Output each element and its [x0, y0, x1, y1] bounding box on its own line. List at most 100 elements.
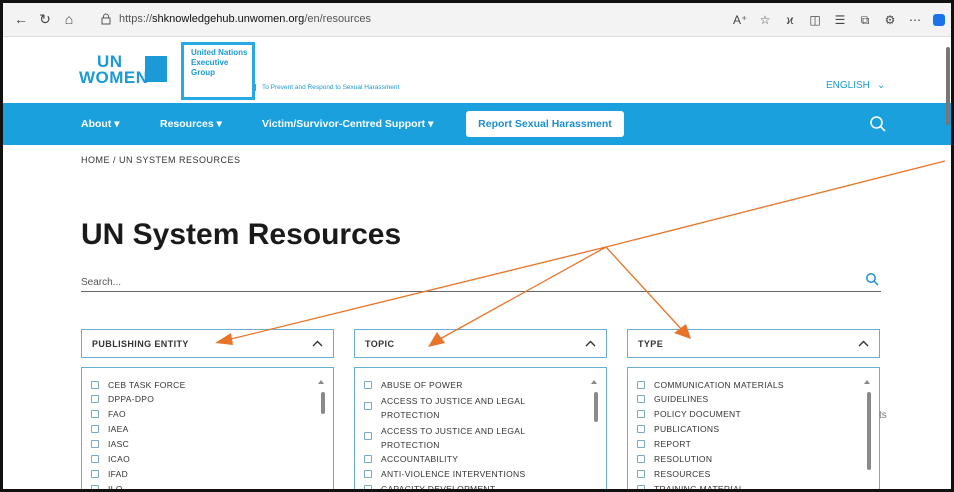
- checkbox[interactable]: [364, 402, 372, 410]
- option-label: IAEA: [108, 424, 129, 434]
- scroll-up-arrow[interactable]: [318, 380, 324, 384]
- chevron-up-icon[interactable]: [858, 339, 869, 349]
- scrollbar-thumb[interactable]: [321, 392, 325, 414]
- publishing-entity-options: CEB TASK FORCE DPPA-DPO FAO IAEA IASC IC…: [81, 367, 334, 492]
- checkbox[interactable]: [364, 381, 372, 389]
- checkbox[interactable]: [637, 455, 645, 463]
- scroll-up-arrow[interactable]: [591, 380, 597, 384]
- option-label: COMMUNICATION MATERIALS: [654, 380, 784, 390]
- breadcrumb[interactable]: HOME / UN SYSTEM RESOURCES: [81, 155, 241, 165]
- filter-label: TOPIC: [365, 339, 395, 349]
- type-options: COMMUNICATION MATERIALS GUIDELINES POLIC…: [627, 367, 880, 489]
- checkbox[interactable]: [91, 381, 99, 389]
- logo-emblem: [145, 56, 167, 82]
- option-label: CEB TASK FORCE: [108, 380, 186, 390]
- option-label: ICAO: [108, 454, 130, 464]
- checkbox[interactable]: [91, 470, 99, 478]
- url-path: /en/resources: [304, 13, 371, 25]
- checkbox[interactable]: [637, 485, 645, 489]
- checkbox[interactable]: [91, 395, 99, 403]
- scroll-up-arrow[interactable]: [864, 380, 870, 384]
- favorite-star-icon[interactable]: ☆: [758, 13, 772, 27]
- checkbox[interactable]: [637, 440, 645, 448]
- unceg-line-2: Executive: [191, 58, 229, 67]
- option-label: ILO: [108, 484, 123, 492]
- filter-publishing-entity[interactable]: PUBLISHING ENTITY: [81, 329, 334, 358]
- url-prefix: https://: [119, 13, 153, 25]
- back-icon[interactable]: ←: [13, 11, 29, 27]
- checkbox[interactable]: [364, 470, 372, 478]
- url-text: https://shknowledgehub.unwomen.org/en/re…: [119, 13, 371, 25]
- site-tagline: To Prevent and Respond to Sexual Harassm…: [253, 84, 399, 91]
- checkbox[interactable]: [91, 440, 99, 448]
- checkbox[interactable]: [637, 395, 645, 403]
- filter-type[interactable]: TYPE: [627, 329, 880, 358]
- checkbox[interactable]: [91, 425, 99, 433]
- option-label: RESOURCES: [654, 469, 711, 479]
- option-label: IASC: [108, 439, 130, 449]
- checkbox[interactable]: [637, 410, 645, 418]
- search-input[interactable]: [81, 274, 841, 290]
- collections-icon[interactable]: ⧉: [858, 13, 872, 28]
- search-bar: [81, 272, 881, 292]
- favorites-list-icon[interactable]: ☰: [833, 13, 847, 27]
- unceg-line-3: Group: [191, 68, 215, 77]
- page-scrollbar[interactable]: [945, 39, 951, 489]
- search-icon[interactable]: [869, 115, 887, 133]
- nav-item-about[interactable]: About ▾: [81, 118, 120, 130]
- arrow-line-to-topic: [439, 246, 607, 340]
- checkbox[interactable]: [364, 432, 372, 440]
- report-sexual-harassment-button[interactable]: Report Sexual Harassment: [466, 111, 624, 137]
- checkbox[interactable]: [637, 470, 645, 478]
- language-selector[interactable]: ENGLISH: [826, 80, 870, 91]
- split-screen-icon[interactable]: ◫: [808, 13, 822, 27]
- option-label: REPORT: [654, 439, 692, 449]
- scrollbar-thumb[interactable]: [867, 392, 871, 470]
- logo-text: UN WOMEN: [79, 53, 149, 87]
- option-label: FAO: [108, 409, 126, 419]
- browser-toolbar: ← ↻ ⌂ https://shknowledgehub.unwomen.org…: [3, 3, 951, 37]
- unceg-logo[interactable]: United Nations Executive Group: [181, 42, 255, 100]
- option-label: ABUSE OF POWER: [381, 380, 463, 390]
- refresh-icon[interactable]: ↻: [37, 11, 53, 28]
- nav-item-support[interactable]: Victim/Survivor-Centred Support ▾: [262, 118, 433, 130]
- checkbox[interactable]: [364, 485, 372, 489]
- option-label: GUIDELINES: [654, 394, 709, 404]
- checkbox[interactable]: [91, 410, 99, 418]
- option-label: IFAD: [108, 469, 129, 479]
- extensions-icon[interactable]: ⚙: [883, 13, 897, 27]
- checkbox[interactable]: [637, 381, 645, 389]
- option-label: CAPACITY DEVELOPMENT: [381, 484, 496, 492]
- checkbox[interactable]: [91, 485, 99, 489]
- option-label: PUBLICATIONS: [654, 424, 720, 434]
- checkbox[interactable]: [637, 425, 645, 433]
- read-aloud-icon[interactable]: A⁺: [733, 13, 747, 27]
- arrow-line-to-top-right: [605, 160, 946, 248]
- chevron-down-icon[interactable]: ⌄: [877, 80, 885, 91]
- filter-topic[interactable]: TOPIC: [354, 329, 607, 358]
- option-label: POLICY DOCUMENT: [654, 409, 741, 419]
- page-scrollbar-thumb[interactable]: [946, 47, 950, 125]
- chevron-up-icon[interactable]: [312, 339, 323, 349]
- lock-icon: [101, 13, 111, 25]
- search-icon[interactable]: [865, 272, 879, 286]
- nav-item-resources[interactable]: Resources ▾: [160, 118, 222, 130]
- copilot-icon[interactable]: ϰ: [783, 13, 797, 27]
- main-navigation: About ▾ Resources ▾ Victim/Survivor-Cent…: [3, 103, 951, 145]
- logo-line-2: WOMEN: [79, 68, 149, 87]
- unceg-line-1: United Nations: [191, 48, 248, 57]
- arrow-line-to-publishing-entity: [230, 246, 607, 340]
- un-women-logo[interactable]: UN WOMEN: [79, 47, 169, 91]
- option-label: ANTI-VIOLENCE INTERVENTIONS: [381, 469, 526, 479]
- option-label: DPPA-DPO: [108, 394, 155, 404]
- option-label: RESOLUTION: [654, 454, 713, 464]
- more-menu-icon[interactable]: ⋯: [908, 13, 922, 27]
- checkbox[interactable]: [91, 455, 99, 463]
- profile-icon[interactable]: [933, 14, 945, 26]
- browser-action-icons: A⁺ ☆ ϰ ◫ ☰ ⧉ ⚙ ⋯: [733, 10, 945, 30]
- chevron-up-icon[interactable]: [585, 339, 596, 349]
- option-label: ACCESS TO JUSTICE AND LEGAL PROTECTION: [381, 426, 525, 450]
- checkbox[interactable]: [364, 455, 372, 463]
- home-icon[interactable]: ⌂: [61, 11, 77, 27]
- scrollbar-thumb[interactable]: [594, 392, 598, 422]
